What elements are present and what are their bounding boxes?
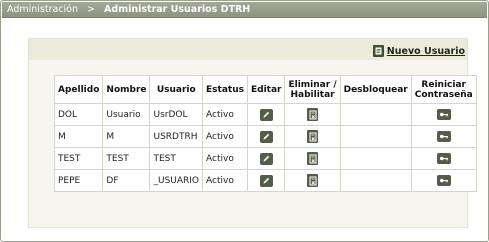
new-user-label: Nuevo Usuario <box>386 45 465 57</box>
table-row: M M USRDTRH Activo <box>53 125 477 148</box>
cell-reiniciar <box>410 147 477 170</box>
cell-nombre: Usuario <box>102 103 151 126</box>
cell-desbloquear <box>339 169 412 192</box>
pencil-icon[interactable] <box>259 108 273 121</box>
cell-eliminar <box>284 169 341 192</box>
key-icon[interactable] <box>436 175 451 186</box>
cell-usuario: _USUARIO <box>149 169 204 192</box>
table-row: TEST TEST TEST Activo <box>53 147 477 170</box>
window-frame: Administración > Administrar Usuarios DT… <box>0 0 489 242</box>
cell-nombre: M <box>102 125 151 148</box>
delete-document-icon[interactable] <box>307 108 319 121</box>
cell-usuario: USRDTRH <box>149 125 204 148</box>
cell-eliminar <box>284 147 341 170</box>
cell-reiniciar <box>410 169 477 192</box>
cell-editar <box>246 103 286 126</box>
cell-desbloquear <box>339 103 412 126</box>
delete-document-icon[interactable] <box>307 152 319 165</box>
cell-usuario: UsrDOL <box>149 103 204 126</box>
delete-document-icon[interactable] <box>307 130 319 143</box>
pencil-icon[interactable] <box>259 152 273 165</box>
cell-nombre: DF <box>102 169 151 192</box>
header-nombre: Nombre <box>102 75 151 104</box>
header-editar: Editar <box>246 75 286 104</box>
table-row: DOL Usuario UsrDOL Activo <box>53 103 477 126</box>
users-table: Apellido Nombre Usuario Estatus Editar E… <box>53 75 477 192</box>
cell-apellido: DOL <box>53 103 104 126</box>
header-desbloquear: Desbloquear <box>339 75 412 104</box>
cell-usuario: TEST <box>149 147 204 170</box>
breadcrumb-current: Administrar Usuarios DTRH <box>104 4 251 15</box>
cell-eliminar <box>284 125 341 148</box>
delete-document-icon[interactable] <box>307 174 319 187</box>
key-icon[interactable] <box>436 153 451 164</box>
key-icon[interactable] <box>436 109 451 120</box>
header-apellido: Apellido <box>53 75 104 104</box>
toolbar: Nuevo Usuario <box>29 39 467 60</box>
cell-nombre: TEST <box>102 147 151 170</box>
cell-editar <box>246 169 286 192</box>
header-eliminar: Eliminar / Habilitar <box>284 75 341 104</box>
cell-estatus: Activo <box>202 103 248 126</box>
header-estatus: Estatus <box>202 75 248 104</box>
cell-estatus: Activo <box>202 169 248 192</box>
breadcrumb-parent[interactable]: Administración <box>7 4 78 15</box>
header-eliminar-line2: Habilitar <box>290 89 335 100</box>
cell-estatus: Activo <box>202 147 248 170</box>
new-user-link[interactable]: Nuevo Usuario <box>372 44 465 58</box>
cell-reiniciar <box>410 103 477 126</box>
breadcrumb-separator: > <box>87 4 96 15</box>
breadcrumb: Administración > Administrar Usuarios DT… <box>2 2 487 18</box>
cell-editar <box>246 125 286 148</box>
cell-apellido: TEST <box>53 147 104 170</box>
cell-reiniciar <box>410 125 477 148</box>
pencil-icon[interactable] <box>259 174 273 187</box>
header-reiniciar: Reiniciar Contraseña <box>410 75 477 104</box>
table-row: PEPE DF _USUARIO Activo <box>53 169 477 192</box>
cell-editar <box>246 147 286 170</box>
cell-eliminar <box>284 103 341 126</box>
header-usuario: Usuario <box>149 75 204 104</box>
cell-estatus: Activo <box>202 125 248 148</box>
document-icon <box>372 45 384 57</box>
table-header-row: Apellido Nombre Usuario Estatus Editar E… <box>53 75 477 104</box>
pencil-icon[interactable] <box>259 130 273 143</box>
header-reiniciar-line2: Contraseña <box>414 89 473 100</box>
cell-apellido: PEPE <box>53 169 104 192</box>
header-reiniciar-line1: Reiniciar <box>421 79 466 90</box>
cell-desbloquear <box>339 147 412 170</box>
cell-apellido: M <box>53 125 104 148</box>
cell-desbloquear <box>339 125 412 148</box>
header-eliminar-line1: Eliminar / <box>288 79 337 90</box>
key-icon[interactable] <box>436 131 451 142</box>
